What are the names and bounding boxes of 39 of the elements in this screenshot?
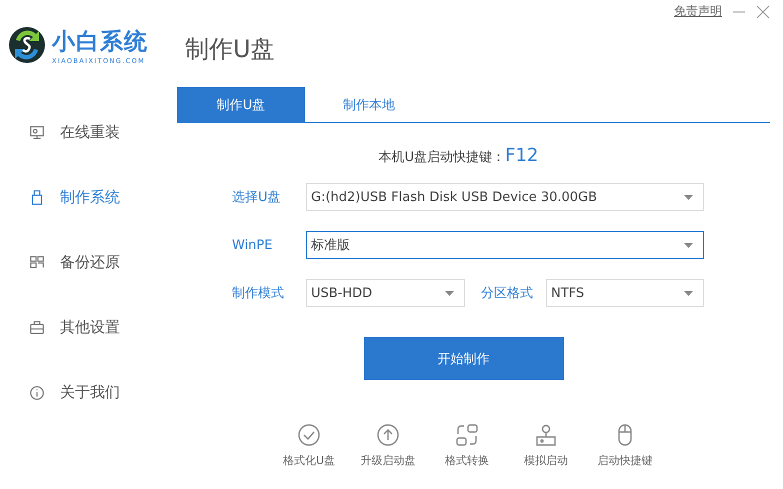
start-button[interactable]: 开始制作 <box>364 337 564 380</box>
stamp-icon <box>534 423 558 447</box>
field-label: 选择U盘 <box>232 189 282 206</box>
tool-label[interactable]: 格式化U盘 <box>282 453 336 468</box>
caret-icon <box>684 194 693 200</box>
hotkey-value: F12 <box>505 145 538 166</box>
caret-icon <box>684 290 693 296</box>
disclaimer-link[interactable]: 免责声明 <box>674 3 722 20</box>
field-label: 分区格式 <box>481 285 534 302</box>
tab[interactable]: 制作U盘 <box>177 87 305 122</box>
dropdown[interactable]: USB-HDD <box>306 279 465 307</box>
tool-label[interactable]: 升级启动盘 <box>360 453 416 468</box>
sidebar-item[interactable]: 关于我们 <box>0 360 177 425</box>
close-icon[interactable] <box>756 4 770 18</box>
logo-icon <box>8 26 46 64</box>
dropdown[interactable]: 标准版 <box>306 231 704 259</box>
tool-label[interactable]: 启动快捷键 <box>598 453 652 468</box>
caret-icon <box>684 242 693 248</box>
tool-label[interactable]: 格式转换 <box>445 453 489 468</box>
check-circle-icon <box>297 423 321 447</box>
info-icon <box>28 384 46 402</box>
briefcase-icon <box>28 318 46 336</box>
hotkey-label: 本机U盘启动快捷键： <box>378 149 506 166</box>
dropdown[interactable]: G:(hd2)USB Flash Disk USB Device 30.00GB <box>306 183 704 211</box>
field-label: WinPE <box>232 238 274 252</box>
field-label: 制作模式 <box>232 285 285 302</box>
sidebar-item[interactable]: 备份还原 <box>0 230 177 295</box>
monitor-icon <box>28 124 46 142</box>
arrow-up-circle-icon <box>376 423 400 447</box>
tool-label[interactable]: 模拟启动 <box>524 453 568 468</box>
sidebar-item[interactable]: 制作系统 <box>0 165 177 230</box>
page-title: 制作U盘 <box>184 34 275 64</box>
caret-icon <box>445 290 454 296</box>
sidebar-item[interactable]: 在线重装 <box>0 100 177 165</box>
tab[interactable]: 制作本地 <box>305 87 433 122</box>
logo-name: 小白系统 <box>52 28 148 56</box>
sidebar-item[interactable]: 其他设置 <box>0 295 177 360</box>
convert-icon <box>455 423 479 447</box>
dropdown[interactable]: NTFS <box>546 279 704 307</box>
